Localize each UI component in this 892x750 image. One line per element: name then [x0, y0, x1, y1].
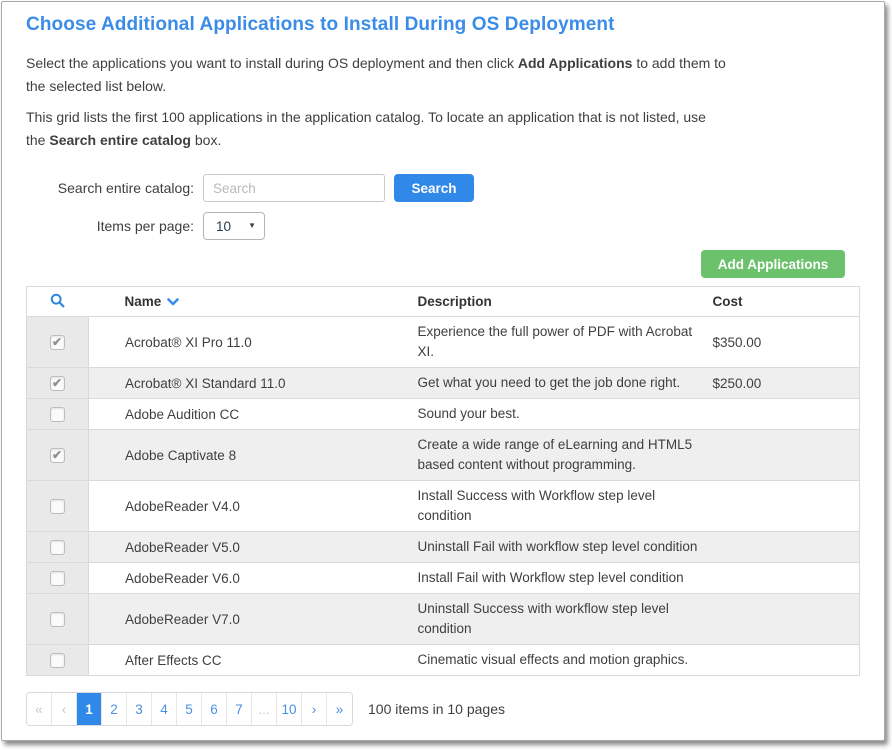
page-3-button[interactable]: 3	[127, 693, 152, 725]
cell-description: Sound your best.	[418, 399, 713, 430]
cell-name: AdobeReader V6.0	[89, 563, 418, 594]
cell-description: Cinematic visual effects and motion grap…	[418, 645, 713, 676]
sort-desc-icon	[167, 298, 179, 306]
column-header-description[interactable]: Description	[418, 287, 713, 317]
cell-cost	[713, 430, 860, 481]
cell-description: Create a wide range of eLearning and HTM…	[418, 430, 713, 481]
items-per-page-row: Items per page: 10 ▼	[26, 212, 860, 240]
page-2-button[interactable]: 2	[102, 693, 127, 725]
row-checkbox[interactable]	[50, 499, 65, 514]
row-checkbox[interactable]	[50, 612, 65, 627]
table-row[interactable]: Acrobat® XI Standard 11.0 Get what you n…	[27, 368, 860, 399]
row-checkbox[interactable]	[50, 571, 65, 586]
table-row[interactable]: AdobeReader V4.0 Install Success with Wo…	[27, 481, 860, 532]
search-input[interactable]	[203, 174, 385, 202]
cell-name: AdobeReader V4.0	[89, 481, 418, 532]
intro-paragraph-2: This grid lists the first 100 applicatio…	[26, 106, 726, 152]
cell-name: Acrobat® XI Standard 11.0	[89, 368, 418, 399]
checkbox-cell	[27, 430, 89, 481]
page-1-button[interactable]: 1	[77, 693, 102, 725]
cell-cost: $250.00	[713, 368, 860, 399]
table-row[interactable]: AdobeReader V6.0 Install Fail with Workf…	[27, 563, 860, 594]
table-header-row: Name Description Cost	[27, 287, 860, 317]
cell-name: Adobe Captivate 8	[89, 430, 418, 481]
table-row[interactable]: Adobe Audition CC Sound your best.	[27, 399, 860, 430]
search-icon[interactable]	[50, 293, 65, 308]
checkbox-cell	[27, 317, 89, 368]
cell-cost	[713, 399, 860, 430]
page-6-button[interactable]: 6	[202, 693, 227, 725]
table-row[interactable]: Adobe Captivate 8 Create a wide range of…	[27, 430, 860, 481]
chevron-down-icon: ▼	[248, 222, 256, 230]
cell-description: Uninstall Success with workflow step lev…	[418, 594, 713, 645]
row-checkbox[interactable]	[50, 335, 65, 350]
page-4-button[interactable]: 4	[152, 693, 177, 725]
table-row[interactable]: After Effects CC Cinematic visual effect…	[27, 645, 860, 676]
table-row[interactable]: Acrobat® XI Pro 11.0 Experience the full…	[27, 317, 860, 368]
name-header-label: Name	[125, 294, 162, 309]
row-checkbox[interactable]	[50, 376, 65, 391]
last-page-button[interactable]: »	[327, 693, 352, 725]
search-column-header[interactable]	[27, 287, 89, 317]
pagination-row: « ‹ 1 2 3 4 5 6 7 ... 10 › » 100 items i…	[26, 692, 860, 726]
applications-table: Name Description Cost Acrobat® XI Pro 11…	[26, 286, 860, 676]
cell-description: Uninstall Fail with workflow step level …	[418, 532, 713, 563]
row-checkbox[interactable]	[50, 653, 65, 668]
next-page-button[interactable]: ›	[302, 693, 327, 725]
cell-cost: $350.00	[713, 317, 860, 368]
cell-description: Install Success with Workflow step level…	[418, 481, 713, 532]
cell-cost	[713, 481, 860, 532]
cell-cost	[713, 532, 860, 563]
pagination-summary: 100 items in 10 pages	[368, 701, 505, 717]
cell-name: After Effects CC	[89, 645, 418, 676]
items-per-page-label: Items per page:	[26, 218, 194, 234]
search-button[interactable]: Search	[394, 174, 474, 202]
column-header-name[interactable]: Name	[89, 287, 418, 317]
cell-description: Install Fail with Workflow step level co…	[418, 563, 713, 594]
cell-description: Get what you need to get the job done ri…	[418, 368, 713, 399]
items-per-page-select[interactable]: 10 ▼	[203, 212, 265, 240]
table-row[interactable]: AdobeReader V5.0 Uninstall Fail with wor…	[27, 532, 860, 563]
wizard-dialog: Choose Additional Applications to Instal…	[1, 1, 885, 741]
cell-cost	[713, 563, 860, 594]
cell-description: Experience the full power of PDF with Ac…	[418, 317, 713, 368]
checkbox-cell	[27, 399, 89, 430]
cell-cost	[713, 594, 860, 645]
row-checkbox[interactable]	[50, 448, 65, 463]
search-row: Search entire catalog: Search	[26, 174, 860, 202]
intro-1-text: Select the applications you want to inst…	[26, 55, 518, 71]
page-7-button[interactable]: 7	[227, 693, 252, 725]
page-5-button[interactable]: 5	[177, 693, 202, 725]
page-10-button[interactable]: 10	[277, 693, 302, 725]
first-page-button[interactable]: «	[27, 693, 52, 725]
intro-1-bold: Add Applications	[518, 55, 633, 71]
checkbox-cell	[27, 645, 89, 676]
table-row[interactable]: AdobeReader V7.0 Uninstall Success with …	[27, 594, 860, 645]
checkbox-cell	[27, 594, 89, 645]
checkbox-cell	[27, 532, 89, 563]
column-header-cost[interactable]: Cost	[713, 287, 860, 317]
cell-name: Acrobat® XI Pro 11.0	[89, 317, 418, 368]
checkbox-cell	[27, 481, 89, 532]
items-per-page-value: 10	[216, 219, 231, 234]
cell-name: Adobe Audition CC	[89, 399, 418, 430]
page-title: Choose Additional Applications to Instal…	[26, 14, 860, 36]
checkbox-cell	[27, 368, 89, 399]
search-label: Search entire catalog:	[26, 180, 194, 196]
intro-paragraph-1: Select the applications you want to inst…	[26, 52, 726, 98]
cell-cost	[713, 645, 860, 676]
intro-2-bold: Search entire catalog	[49, 132, 191, 148]
pagination: « ‹ 1 2 3 4 5 6 7 ... 10 › »	[26, 692, 353, 726]
cell-name: AdobeReader V5.0	[89, 532, 418, 563]
intro-2-text-post: box.	[191, 132, 221, 148]
page-ellipsis: ...	[252, 693, 277, 725]
add-applications-button[interactable]: Add Applications	[701, 250, 845, 278]
cell-name: AdobeReader V7.0	[89, 594, 418, 645]
row-checkbox[interactable]	[50, 407, 65, 422]
add-applications-row: Add Applications	[26, 250, 845, 278]
checkbox-cell	[27, 563, 89, 594]
row-checkbox[interactable]	[50, 540, 65, 555]
prev-page-button[interactable]: ‹	[52, 693, 77, 725]
